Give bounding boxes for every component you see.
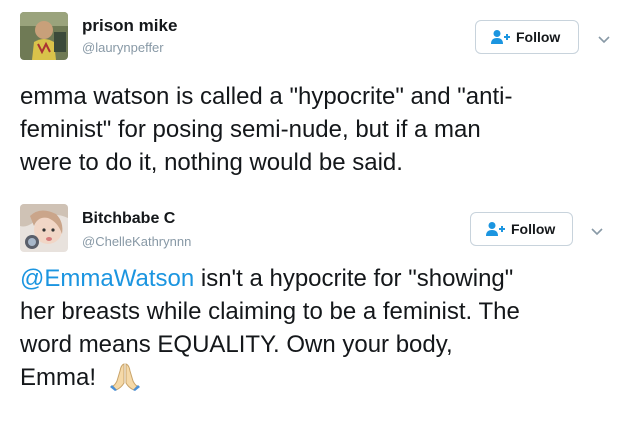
follow-label: Follow [511,221,556,237]
chevron-down-icon[interactable] [590,224,604,236]
add-user-icon [490,29,510,45]
user-handle[interactable]: @laurynpeffer [82,40,164,55]
add-user-icon [485,221,505,237]
avatar[interactable] [20,204,68,252]
follow-label: Follow [516,29,561,45]
display-name[interactable]: Bitchbabe C [82,210,175,228]
tweet: prison mike @laurynpeffer Follow emma wa… [0,0,618,190]
tweet: Bitchbabe C @ChelleKathrynnn Follow @Emm… [0,192,618,426]
display-name[interactable]: prison mike [82,16,177,36]
mention-link[interactable]: @EmmaWatson [20,265,194,292]
chevron-down-icon[interactable] [597,32,611,44]
follow-button[interactable]: Follow [475,20,579,54]
tweet-text: @EmmaWatson isn't a hypocrite for "showi… [20,262,610,394]
avatar[interactable] [20,12,68,60]
user-handle[interactable]: @ChelleKathrynnn [82,234,191,249]
tweet-text: emma watson is called a "hypocrite" and … [20,83,513,176]
follow-button[interactable]: Follow [470,212,573,246]
folded-hands-emoji [109,361,141,391]
